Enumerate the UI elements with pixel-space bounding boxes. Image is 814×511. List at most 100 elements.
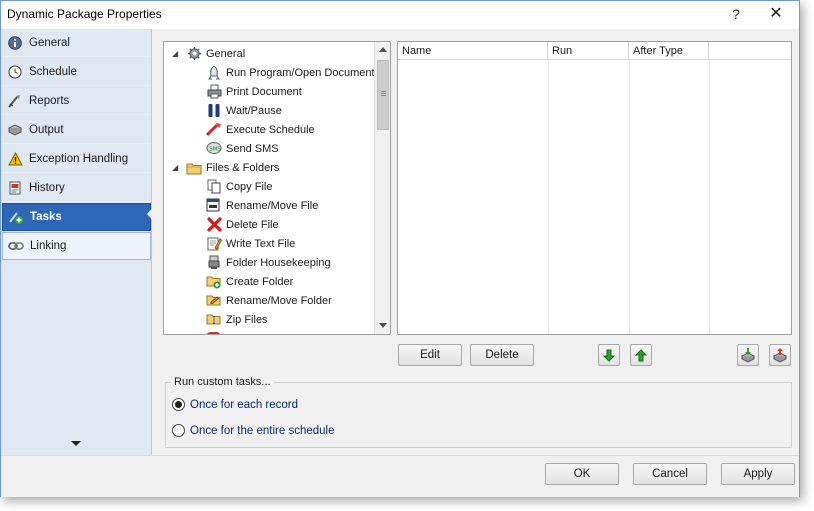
- arrow-up-icon: [635, 348, 647, 361]
- sidebar-scroll-down-icon[interactable]: [71, 441, 81, 446]
- sidebar-item-exception-handling[interactable]: Exception Handling: [2, 145, 151, 173]
- tree-item-label: Folder Housekeeping: [226, 256, 331, 269]
- scroll-down-icon[interactable]: [379, 323, 387, 328]
- zip-icon: [206, 312, 222, 328]
- help-button[interactable]: ?: [723, 3, 749, 25]
- run-custom-tasks-group: [165, 382, 792, 448]
- clock-icon: [7, 64, 23, 80]
- radio-label: Once for each record: [190, 398, 299, 411]
- apply-button[interactable]: Apply: [721, 463, 795, 485]
- tree-item-wait-pause[interactable]: Wait/Pause: [206, 101, 282, 120]
- arrow-down-icon: [603, 349, 615, 362]
- pause-icon: [206, 103, 222, 119]
- radio-once-entire-schedule[interactable]: Once for the entire schedule: [172, 424, 334, 437]
- tree-item-write-text-file[interactable]: Write Text File: [206, 234, 295, 253]
- sidebar-item-label: Tasks: [30, 211, 62, 223]
- task-list[interactable]: Name Run After Type: [397, 41, 792, 335]
- radio-label: Once for the entire schedule: [190, 424, 335, 437]
- execute-icon: [206, 122, 222, 138]
- collapse-arrow-icon[interactable]: ◢: [172, 49, 180, 58]
- tree-item-create-folder[interactable]: Create Folder: [206, 272, 293, 291]
- scroll-thumb[interactable]: [377, 60, 389, 130]
- svg-text:SMS: SMS: [209, 146, 221, 152]
- delete-button[interactable]: Delete: [470, 344, 534, 366]
- sidebar-item-tasks[interactable]: Tasks: [2, 203, 151, 231]
- tree-scrollbar[interactable]: [374, 42, 390, 334]
- title-bar: Dynamic Package Properties ? ✕: [1, 1, 799, 29]
- warning-icon: [7, 151, 23, 167]
- tree-group-label: Files & Folders: [206, 161, 280, 174]
- tree-item-label: Execute Schedule: [226, 123, 315, 136]
- tree-group-files-folders[interactable]: ◢ Files & Folders: [172, 158, 279, 177]
- copy-file-icon: [206, 179, 222, 195]
- reports-icon: [7, 93, 23, 109]
- gear-icon: [186, 46, 202, 62]
- tree-group-general[interactable]: ◢ General: [172, 44, 245, 63]
- output-icon: [7, 122, 23, 138]
- tree-item-run-program[interactable]: Run Program/Open Document: [206, 63, 375, 82]
- tree-item-label: Write Text File: [226, 237, 296, 250]
- tree-item-send-sms[interactable]: SMS Send SMS: [206, 139, 279, 158]
- apply-button-label: Apply: [743, 468, 773, 480]
- sidebar-item-linking[interactable]: Linking: [2, 232, 151, 260]
- radio-once-each-record[interactable]: Once for each record: [172, 398, 298, 411]
- folder-icon: [186, 160, 202, 176]
- tree-group-label: General: [206, 47, 246, 60]
- tree-item-zip-files[interactable]: Zip Files: [206, 310, 268, 329]
- sidebar-item-label: Reports: [29, 94, 70, 107]
- sidebar: General Schedule Reports Output Exceptio…: [1, 29, 152, 455]
- tree-item-label: Wait/Pause: [226, 104, 282, 117]
- move-down-button[interactable]: [598, 344, 620, 366]
- sidebar-item-schedule[interactable]: Schedule: [2, 58, 151, 86]
- dialog-window: Dynamic Package Properties ? ✕ General S…: [0, 0, 800, 497]
- link-icon: [8, 238, 24, 254]
- move-up-button[interactable]: [630, 344, 652, 366]
- close-button[interactable]: ✕: [763, 3, 789, 25]
- tasks-icon: [8, 209, 24, 225]
- column-header-after-type[interactable]: After Type: [629, 42, 709, 60]
- column-header-name[interactable]: Name: [398, 42, 548, 60]
- edit-button-label: Edit: [420, 349, 440, 361]
- info-icon: [7, 35, 23, 51]
- delete-file-icon: [206, 217, 222, 233]
- sidebar-item-label: Output: [29, 123, 64, 136]
- rocket-icon: [206, 64, 222, 81]
- sidebar-item-reports[interactable]: Reports: [2, 87, 151, 115]
- cancel-button[interactable]: Cancel: [633, 463, 707, 485]
- sidebar-item-output[interactable]: Output: [2, 116, 151, 144]
- tree-item-execute-schedule[interactable]: Execute Schedule: [206, 120, 315, 139]
- tree-item-label: Copy File: [226, 180, 273, 193]
- task-tree[interactable]: ◢ General Run Program/Open Document Prin…: [163, 41, 391, 335]
- delete-button-label: Delete: [485, 349, 519, 361]
- scroll-up-icon[interactable]: [379, 47, 387, 52]
- column-header-run[interactable]: Run: [548, 42, 629, 60]
- edit-button[interactable]: Edit: [398, 344, 462, 366]
- export-tasks-button[interactable]: [769, 344, 791, 366]
- tree-item-delete-file[interactable]: Delete File: [206, 215, 279, 234]
- tree-item-copy-file[interactable]: Copy File: [206, 177, 272, 196]
- tree-item-rename-move-file[interactable]: Rename/Move File: [206, 196, 318, 215]
- create-folder-icon: [206, 274, 222, 290]
- tree-item-label: Delete File: [226, 218, 279, 231]
- task-list-header: Name Run After Type: [398, 42, 791, 60]
- import-tasks-button[interactable]: [737, 344, 759, 366]
- tree-item-label: Run Program/Open Document: [226, 66, 375, 79]
- unzip-icon: [206, 331, 222, 334]
- tree-item-rename-move-folder[interactable]: Rename/Move Folder: [206, 291, 332, 310]
- sidebar-item-general[interactable]: General: [2, 29, 151, 57]
- write-text-icon: [206, 236, 222, 252]
- tree-item-partial: [206, 329, 226, 334]
- tree-item-print-document[interactable]: Print Document: [206, 82, 302, 101]
- dialog-footer: OK Cancel Apply: [1, 455, 799, 497]
- radio-button[interactable]: [172, 424, 185, 437]
- tree-item-label: Print Document: [226, 85, 302, 98]
- tree-item-label: Rename/Move Folder: [226, 294, 332, 307]
- ok-button[interactable]: OK: [545, 463, 619, 485]
- tree-item-folder-housekeeping[interactable]: Folder Housekeeping: [206, 253, 331, 272]
- import-icon: [740, 348, 756, 363]
- radio-button-selected[interactable]: [172, 398, 185, 411]
- tree-item-label: Create Folder: [226, 275, 294, 288]
- collapse-arrow-icon[interactable]: ◢: [172, 163, 180, 172]
- sidebar-item-label: Exception Handling: [29, 152, 129, 165]
- sidebar-item-history[interactable]: History: [2, 174, 151, 202]
